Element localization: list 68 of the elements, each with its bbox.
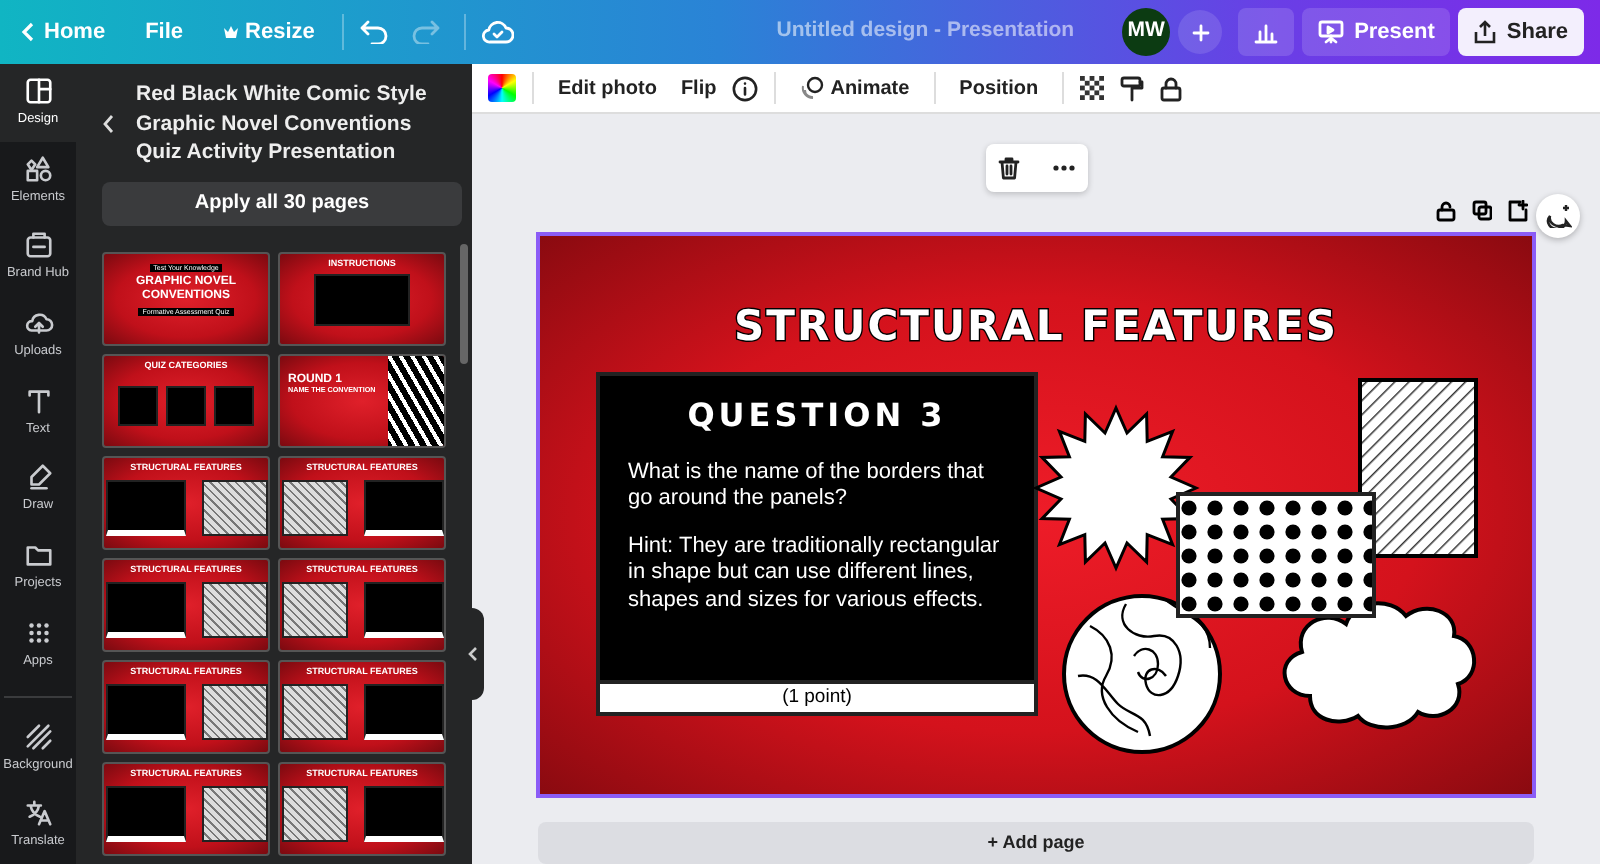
position-button[interactable]: Position	[951, 69, 1047, 107]
question-heading: QUESTION 3	[685, 393, 949, 437]
copy-icon	[1472, 200, 1492, 222]
edit-photo-button[interactable]: Edit photo	[550, 69, 665, 107]
paint-roller-icon	[1120, 75, 1145, 101]
copy-style-button[interactable]	[1120, 75, 1145, 101]
add-comment-button[interactable]	[1536, 194, 1580, 238]
cloud-shape[interactable]	[1282, 600, 1476, 729]
scrollbar[interactable]	[460, 244, 468, 364]
flip-button[interactable]: Flip	[672, 69, 725, 107]
add-page-icon-button[interactable]	[1508, 200, 1528, 224]
undo-icon	[360, 20, 389, 44]
crown-icon	[223, 26, 238, 38]
question-text: What is the name of the borders that go around the panels?	[626, 459, 986, 513]
cloud-check-icon	[482, 20, 515, 44]
back-chevron-icon	[20, 22, 36, 42]
duplicate-page-button[interactable]	[1472, 200, 1492, 224]
briefcase-icon	[23, 230, 53, 261]
collapse-panel-handle[interactable]	[464, 608, 484, 700]
cloud-save-button[interactable]	[482, 20, 515, 44]
trash-icon	[997, 156, 1019, 180]
lock-button[interactable]	[1160, 75, 1183, 101]
redo-icon	[412, 20, 441, 44]
polka-dot-panel[interactable]	[1176, 491, 1376, 617]
text-icon	[23, 385, 53, 416]
user-avatar[interactable]: MW	[1122, 8, 1171, 56]
more-dots-icon	[1051, 164, 1075, 172]
color-swatch-icon	[488, 74, 516, 102]
color-picker-button[interactable]	[488, 74, 516, 102]
bar-chart-icon	[1254, 21, 1279, 43]
transparency-button[interactable]	[1080, 76, 1105, 100]
translate-icon	[23, 798, 53, 829]
diagonal-lines-icon	[23, 721, 53, 752]
starburst-shape[interactable]	[1032, 403, 1200, 571]
slide-canvas[interactable]	[536, 232, 1536, 798]
template-title: Red Black White Comic Style Graphic Novel Conventions Quiz Activity Presentation	[134, 80, 429, 167]
swirl-circle[interactable]	[1062, 593, 1222, 753]
present-button[interactable]: Present	[1302, 8, 1451, 56]
animation-icon	[800, 76, 825, 100]
slide-title: STRUCTURAL FEATURES	[732, 300, 1340, 354]
unlock-icon	[1436, 200, 1456, 222]
hint-text: Hint: They are traditionally rectangular in shape but can use different lines, shapes and sizes for various effects.	[626, 533, 1002, 614]
info-icon	[732, 75, 759, 101]
lock-page-button[interactable]	[1436, 200, 1456, 224]
undo-button[interactable]	[360, 20, 389, 44]
animate-button[interactable]: Animate	[792, 69, 918, 107]
share-button[interactable]: Share	[1458, 8, 1584, 56]
more-options-button[interactable]	[1051, 164, 1075, 172]
plus-icon	[1191, 23, 1210, 41]
cloud-upload-icon	[23, 308, 53, 339]
apply-all-pages-button[interactable]: Apply all 30 pages	[102, 181, 462, 225]
grid-icon	[23, 617, 53, 648]
info-button[interactable]	[732, 75, 759, 101]
striped-panel[interactable]	[1358, 377, 1478, 557]
add-page-button[interactable]: + Add page	[538, 822, 1534, 864]
insights-button[interactable]	[1238, 8, 1295, 56]
checkerboard-icon	[1080, 76, 1105, 100]
shapes-icon	[23, 153, 53, 184]
lock-icon	[1160, 75, 1183, 101]
share-icon	[1474, 20, 1497, 44]
layout-icon	[23, 75, 53, 106]
delete-button[interactable]	[997, 156, 1019, 180]
points-label: (1 point)	[600, 679, 1034, 711]
page-plus-icon	[1508, 200, 1528, 222]
back-chevron-icon[interactable]	[102, 113, 116, 134]
presentation-icon	[1318, 20, 1345, 44]
add-collaborator-button[interactable]	[1178, 10, 1223, 54]
folder-icon	[23, 540, 53, 571]
